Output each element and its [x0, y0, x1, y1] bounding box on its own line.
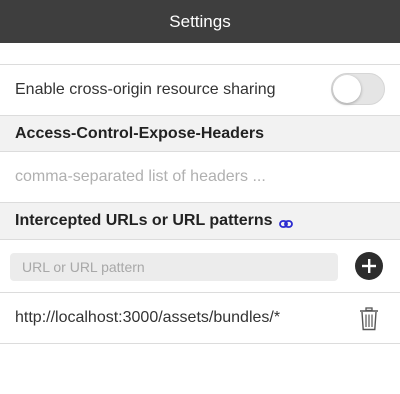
- window-title: Settings: [169, 11, 231, 31]
- intercepted-urls-section-header: Intercepted URLs or URL patterns: [0, 203, 400, 239]
- url-pattern-input[interactable]: [10, 253, 338, 281]
- cors-toggle[interactable]: [331, 73, 385, 105]
- plus-icon: [362, 259, 376, 273]
- intercepted-url-item: http://localhost:3000/assets/bundles/*: [0, 293, 400, 343]
- divider: [0, 343, 400, 344]
- add-url-button[interactable]: [355, 252, 383, 280]
- divider: [0, 239, 400, 240]
- intercepted-url-text: http://localhost:3000/assets/bundles/*: [15, 309, 281, 326]
- cors-label: Enable cross-origin resource sharing: [15, 81, 276, 98]
- toggle-knob: [333, 75, 361, 103]
- delete-url-button[interactable]: [359, 307, 379, 331]
- expose-headers-input[interactable]: [0, 152, 400, 202]
- intercepted-urls-title: Intercepted URLs or URL patterns: [15, 212, 273, 229]
- cors-setting-row: Enable cross-origin resource sharing: [0, 65, 400, 115]
- expose-headers-section-header: Access-Control-Expose-Headers: [0, 116, 400, 151]
- title-bar: Settings: [0, 0, 400, 43]
- expose-headers-title: Access-Control-Expose-Headers: [15, 124, 264, 142]
- link-icon: [278, 216, 293, 228]
- trash-icon: [360, 307, 378, 331]
